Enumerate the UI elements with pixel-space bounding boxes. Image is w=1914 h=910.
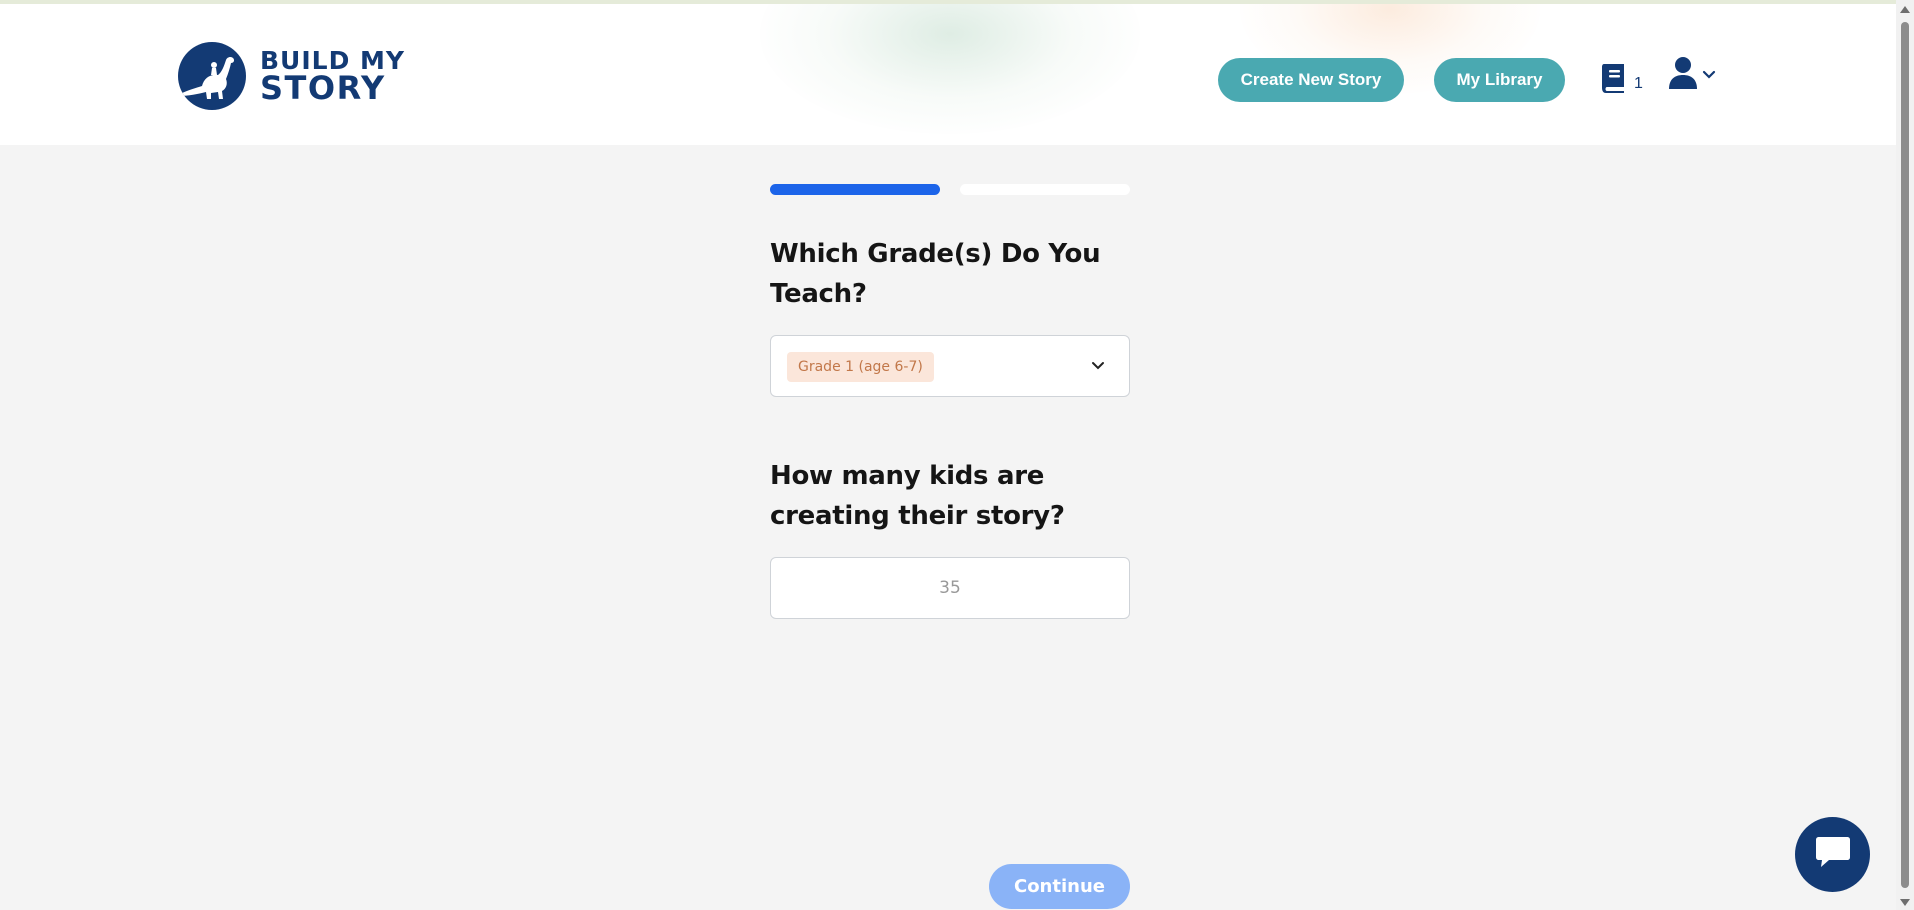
scroll-down-arrow-icon[interactable] <box>1900 899 1910 906</box>
header-decoration <box>760 4 1140 134</box>
create-new-story-button[interactable]: Create New Story <box>1218 58 1404 102</box>
scroll-thumb[interactable] <box>1901 22 1909 888</box>
brand-wordmark: BUILD MY STORY <box>260 48 405 104</box>
my-library-button[interactable]: My Library <box>1434 58 1565 102</box>
scroll-up-arrow-icon[interactable] <box>1900 6 1910 13</box>
chevron-down-icon <box>1702 67 1716 85</box>
kids-count-input[interactable] <box>770 557 1130 619</box>
grade-chip[interactable]: Grade 1 (age 6-7) <box>787 352 934 382</box>
step-indicator-2 <box>960 184 1130 195</box>
site-header: BUILD MY STORY Create New Story My Libra… <box>0 4 1896 145</box>
book-icon <box>1600 62 1628 99</box>
library-count-value: 1 <box>1634 74 1643 92</box>
page-scrollbar[interactable] <box>1896 0 1914 910</box>
step-indicator-1 <box>770 184 940 195</box>
library-count[interactable]: 1 <box>1600 62 1643 99</box>
kids-count-question: How many kids are creating their story? <box>770 461 1065 531</box>
user-menu[interactable] <box>1668 56 1716 95</box>
brand-line-2: STORY <box>260 69 386 107</box>
grade-question: Which Grade(s) Do You Teach? <box>770 239 1101 309</box>
continue-button[interactable]: Continue <box>989 864 1130 909</box>
grade-select[interactable]: Grade 1 (age 6-7) <box>770 335 1130 397</box>
chevron-down-icon[interactable] <box>1091 358 1105 376</box>
chat-button[interactable] <box>1795 817 1870 892</box>
user-icon <box>1668 56 1698 95</box>
brand-logo[interactable]: BUILD MY STORY <box>178 42 405 110</box>
dinosaur-icon <box>178 42 246 110</box>
chat-bubble-icon <box>1815 835 1851 874</box>
